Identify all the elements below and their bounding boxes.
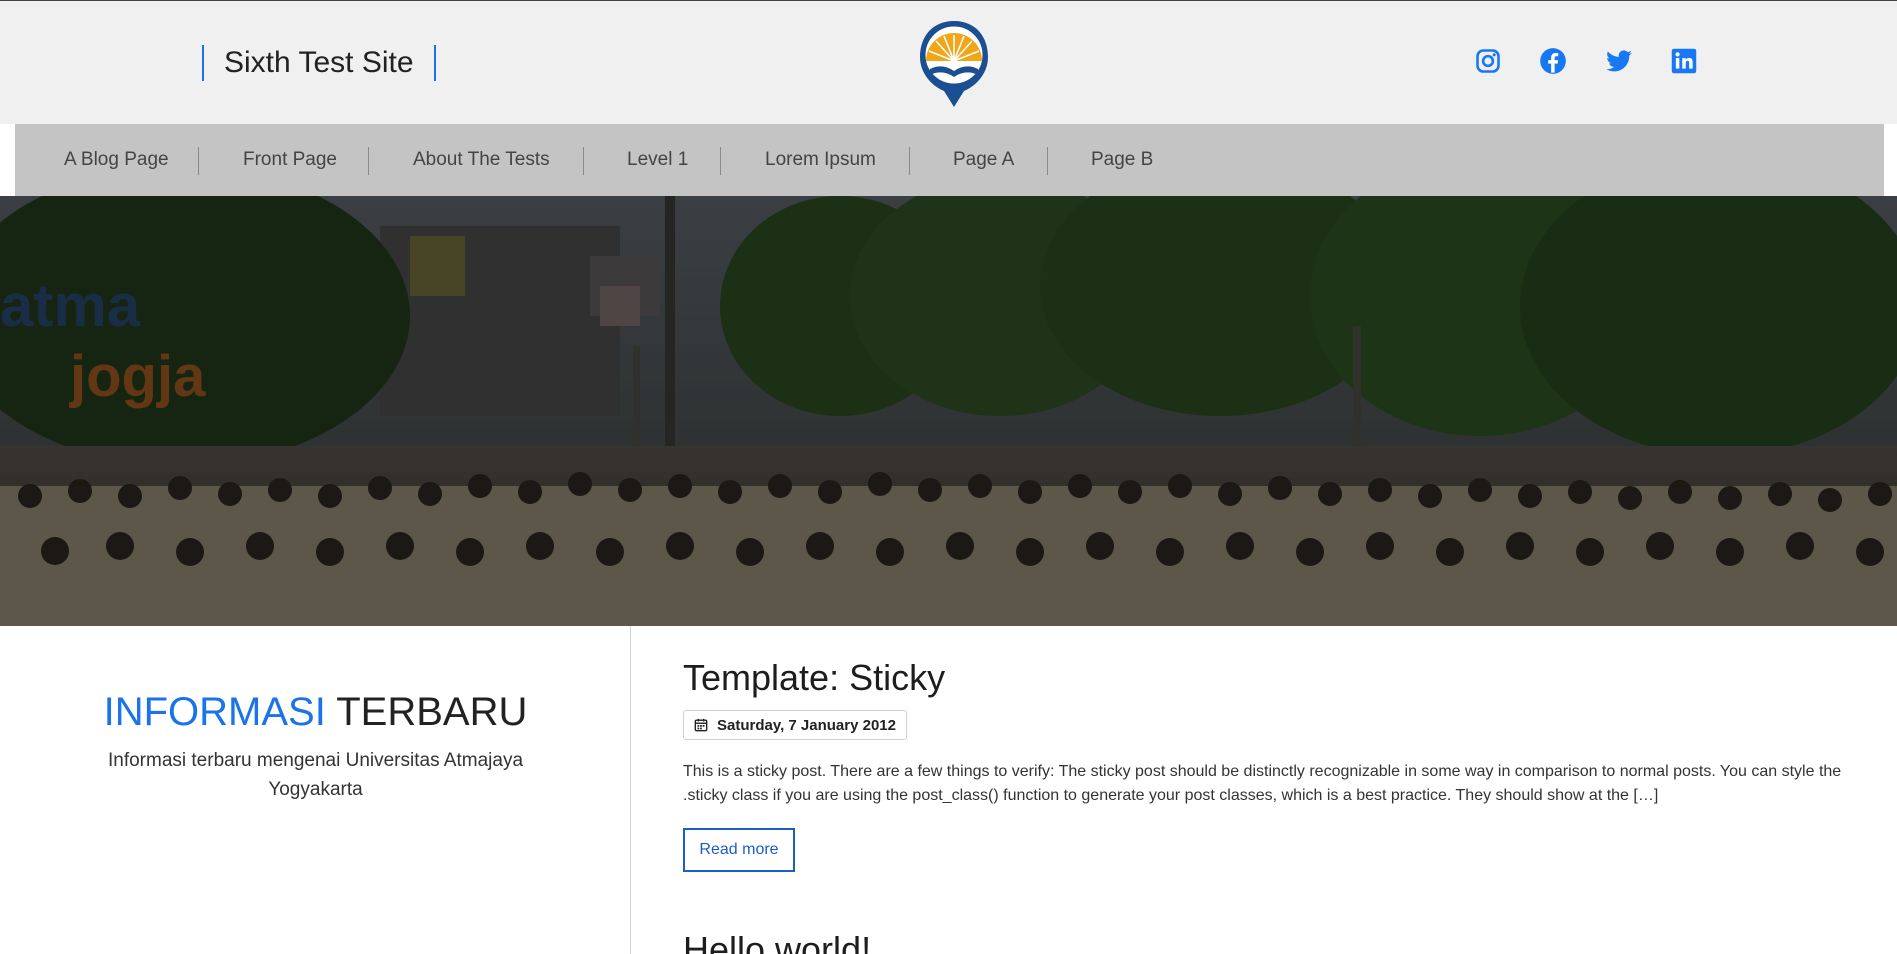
main-navigation: A Blog Page Front Page About The Tests L… [15, 124, 1884, 196]
site-title[interactable]: Sixth Test Site [202, 45, 436, 81]
nav-item-lorem-ipsum[interactable]: Lorem Ipsum [765, 124, 876, 196]
instagram-icon[interactable] [1474, 47, 1502, 75]
nav-divider [1047, 147, 1048, 175]
linkedin-icon[interactable] [1670, 47, 1698, 75]
post-date-badge: Saturday, 7 January 2012 [683, 710, 907, 740]
nav-divider [909, 147, 910, 175]
read-more-button[interactable]: Read more [683, 828, 795, 872]
twitter-icon[interactable] [1605, 47, 1633, 75]
calendar-icon [694, 718, 708, 732]
nav-item-level-1[interactable]: Level 1 [627, 124, 688, 196]
nav-item-a-blog-page[interactable]: A Blog Page [64, 124, 169, 196]
nav-divider [198, 147, 199, 175]
nav-divider [583, 147, 584, 175]
site-header: Sixth Test Site [0, 0, 1897, 124]
post-date: Saturday, 7 January 2012 [717, 716, 896, 734]
university-logo[interactable] [914, 17, 994, 109]
nav-item-page-b[interactable]: Page B [1091, 124, 1153, 196]
section-title-rest: TERBARU [336, 690, 528, 734]
post-title[interactable]: Hello world! [683, 928, 871, 954]
nav-divider [720, 147, 721, 175]
section-title-highlight: INFORMASI [103, 690, 326, 734]
sidebar: INFORMASI TERBARU Informasi terbaru meng… [0, 626, 631, 954]
nav-item-about-the-tests[interactable]: About The Tests [413, 124, 550, 196]
nav-divider [368, 147, 369, 175]
post-title[interactable]: Template: Sticky [683, 656, 945, 700]
post-excerpt: This is a sticky post. There are a few t… [683, 763, 1842, 804]
facebook-icon[interactable] [1539, 47, 1567, 75]
section-title: INFORMASI TERBARU [0, 688, 631, 736]
hero-image: atma jogja [0, 196, 1897, 626]
nav-item-page-a[interactable]: Page A [953, 124, 1014, 196]
section-subtitle: Informasi terbaru mengenai Universitas A… [107, 750, 524, 800]
nav-item-front-page[interactable]: Front Page [243, 124, 337, 196]
